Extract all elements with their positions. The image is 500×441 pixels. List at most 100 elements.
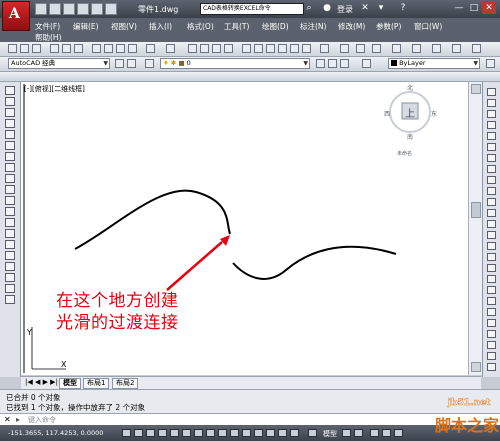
aligned-dimension-icon[interactable] <box>487 297 496 305</box>
viewcube-south[interactable]: 南 <box>407 132 413 141</box>
blend-curves-icon[interactable] <box>487 264 496 272</box>
rectangle-icon[interactable] <box>5 130 15 139</box>
save-icon[interactable] <box>63 3 75 15</box>
workspace-settings-icon[interactable] <box>115 59 124 68</box>
explode-icon[interactable] <box>487 275 496 283</box>
visual-style-icon[interactable] <box>452 44 461 53</box>
search-icon[interactable]: ⌕ <box>304 3 314 13</box>
menu-format[interactable]: 格式(O) <box>187 21 214 32</box>
revision-cloud-icon[interactable] <box>5 163 15 172</box>
polyline-icon[interactable] <box>5 108 15 117</box>
print-icon[interactable] <box>50 44 59 53</box>
maximize-button[interactable]: □ <box>467 2 481 14</box>
preview-icon[interactable] <box>62 44 71 53</box>
minimize-button[interactable]: — <box>452 2 466 14</box>
polygon-icon[interactable] <box>5 119 15 128</box>
dynamic-input-icon[interactable] <box>230 429 239 437</box>
move-icon[interactable] <box>487 143 496 151</box>
overflow-icon[interactable] <box>486 59 495 68</box>
point-icon[interactable] <box>5 229 15 238</box>
arc-length-icon[interactable] <box>487 308 496 316</box>
render-icon[interactable] <box>472 44 481 53</box>
circle-icon[interactable] <box>5 152 15 161</box>
model-space-icon[interactable] <box>308 429 317 437</box>
redo-icon[interactable] <box>105 3 117 15</box>
paste-icon[interactable] <box>116 44 125 53</box>
design-center-icon[interactable] <box>254 44 263 53</box>
mirror-icon[interactable] <box>487 110 496 118</box>
continue-icon[interactable] <box>487 363 496 371</box>
wcs-menu[interactable]: 未命名 <box>397 150 412 157</box>
menu-tools[interactable]: 工具(T) <box>224 21 249 32</box>
menu-dimension[interactable]: 标注(N) <box>300 21 326 32</box>
grid-display-icon[interactable] <box>146 429 155 437</box>
command-input[interactable]: 键入命令 <box>28 415 56 425</box>
sheet-set-icon[interactable] <box>278 44 287 53</box>
region-icon[interactable] <box>5 262 15 271</box>
fillet-icon[interactable] <box>487 253 496 261</box>
undo-icon[interactable] <box>146 44 155 53</box>
join-icon[interactable] <box>487 231 496 239</box>
trim-icon[interactable] <box>487 187 496 195</box>
menu-edit[interactable]: 编辑(E) <box>73 21 99 32</box>
spline-left[interactable] <box>74 189 231 250</box>
copy-object-icon[interactable] <box>487 99 496 107</box>
new-file-icon[interactable] <box>35 3 47 15</box>
open-file-icon[interactable] <box>49 3 61 15</box>
break-at-point-icon[interactable] <box>487 209 496 217</box>
construction-line-icon[interactable] <box>5 97 15 106</box>
chamfer-icon[interactable] <box>487 242 496 250</box>
array-icon[interactable] <box>487 132 496 140</box>
layer-isolate-icon[interactable] <box>362 59 371 68</box>
ellipse-icon[interactable] <box>5 185 15 194</box>
user-icon[interactable]: ● <box>322 3 332 13</box>
rotate-icon[interactable] <box>487 154 496 162</box>
viewport-controls[interactable]: [-][俯视][二维线框] <box>24 84 85 94</box>
workspace-select[interactable]: AutoCAD 经典 ▼ <box>8 58 110 69</box>
redo-icon[interactable] <box>166 44 175 53</box>
open-icon[interactable] <box>20 44 29 53</box>
exchange-icon[interactable]: ✕ <box>360 3 370 13</box>
tab-nav-arrows-icon[interactable]: |◀ ◀ ▶ ▶| <box>25 378 58 386</box>
3d-object-snap-icon[interactable] <box>194 429 203 437</box>
save-icon[interactable] <box>32 44 41 53</box>
extend-icon[interactable] <box>487 198 496 206</box>
help-icon[interactable]: ? <box>398 3 408 13</box>
scale-icon[interactable] <box>487 165 496 173</box>
scroll-thumb[interactable] <box>471 202 481 218</box>
app-logo[interactable]: A <box>2 1 30 31</box>
menu-modify[interactable]: 修改(M) <box>338 21 365 32</box>
scroll-up-button[interactable] <box>471 84 481 94</box>
menu-window[interactable]: 窗口(W) <box>414 21 442 32</box>
gradient-icon[interactable] <box>5 251 15 260</box>
text-icon[interactable] <box>5 284 15 293</box>
new-icon[interactable] <box>8 44 17 53</box>
copy-icon[interactable] <box>104 44 113 53</box>
markup-icon[interactable] <box>290 44 299 53</box>
transparency-icon[interactable] <box>254 429 263 437</box>
publish-icon[interactable] <box>74 44 83 53</box>
wrench-icon[interactable]: ✕ <box>4 415 11 424</box>
match-properties-icon[interactable] <box>128 44 137 53</box>
color-select[interactable]: ByLayer ▼ <box>388 58 480 69</box>
line-icon[interactable] <box>5 86 15 95</box>
diameter-icon[interactable] <box>487 330 496 338</box>
plot-style-icon[interactable] <box>412 44 421 53</box>
snap-mode-icon[interactable] <box>134 429 143 437</box>
annotation-monitor-icon[interactable] <box>290 429 299 437</box>
tab-layout1[interactable]: 布局1 <box>83 378 110 389</box>
undo-icon[interactable] <box>91 3 103 15</box>
angular-icon[interactable] <box>487 341 496 349</box>
spline-right[interactable] <box>232 245 397 280</box>
menu-parametric[interactable]: 参数(P) <box>376 21 401 32</box>
login-button[interactable]: 登录 <box>337 4 353 15</box>
layer-previous-icon[interactable] <box>328 59 337 68</box>
annotation-scale-icon[interactable] <box>370 429 379 437</box>
chevron-down-icon[interactable]: ▾ <box>376 3 386 13</box>
table-style-icon[interactable] <box>372 44 381 53</box>
make-block-icon[interactable] <box>5 218 15 227</box>
stretch-icon[interactable] <box>487 176 496 184</box>
text-style-icon[interactable] <box>340 44 349 53</box>
workspace-switching-icon[interactable] <box>394 429 403 437</box>
tool-palettes-icon[interactable] <box>266 44 275 53</box>
